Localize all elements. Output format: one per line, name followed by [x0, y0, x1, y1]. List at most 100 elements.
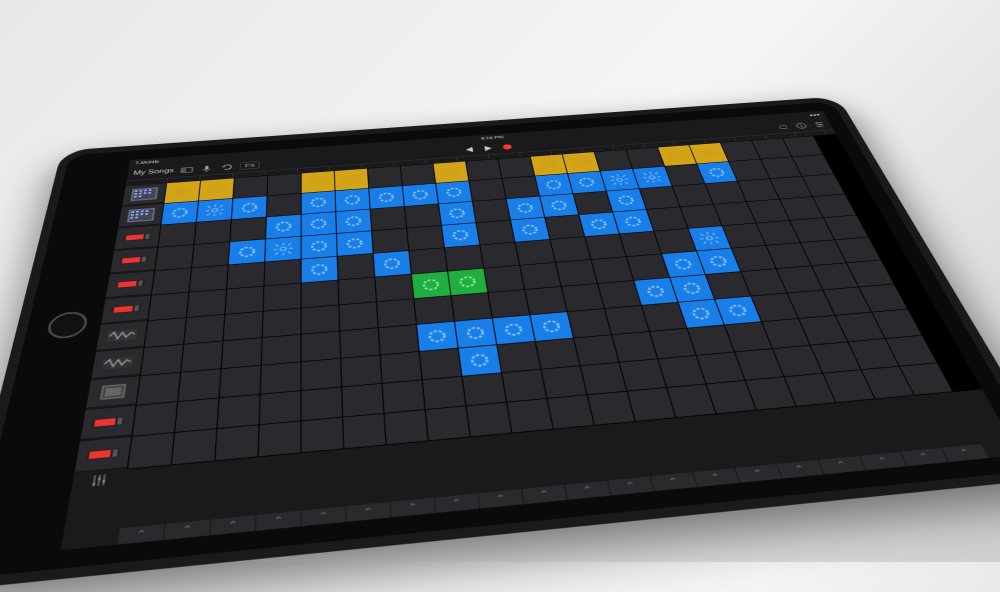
- mic-icon[interactable]: [200, 164, 213, 172]
- grid-cell[interactable]: [190, 265, 228, 291]
- column-chevron[interactable]: ⌃: [210, 515, 255, 535]
- grid-cell[interactable]: [480, 242, 519, 267]
- settings-icon[interactable]: [812, 120, 827, 128]
- grid-cell[interactable]: [340, 328, 379, 358]
- grid-cell[interactable]: [181, 341, 222, 371]
- column-chevron[interactable]: ⌃: [651, 472, 697, 491]
- grid-cell[interactable]: [385, 410, 428, 444]
- grid-cell[interactable]: [132, 402, 177, 436]
- grid-cell[interactable]: [302, 191, 336, 214]
- grid-cell[interactable]: [152, 268, 191, 295]
- grid-cell[interactable]: [469, 179, 505, 201]
- grid-cell[interactable]: [371, 207, 406, 231]
- grid-cell[interactable]: [550, 237, 590, 262]
- column-chevron[interactable]: ⌃: [608, 476, 654, 495]
- grid-cell[interactable]: [403, 184, 438, 207]
- info-icon[interactable]: [794, 122, 809, 130]
- track-header-keys-3[interactable]: [106, 270, 154, 297]
- grid-cell[interactable]: [263, 308, 301, 337]
- column-chevron[interactable]: ⌃: [942, 444, 989, 462]
- grid-cell[interactable]: [335, 169, 368, 191]
- grid-cell[interactable]: [218, 395, 260, 428]
- grid-cell[interactable]: [220, 366, 261, 398]
- track-header-drum-machine-2[interactable]: [118, 203, 163, 227]
- grid-cell[interactable]: [493, 315, 535, 344]
- grid-cell[interactable]: [342, 384, 383, 417]
- column-chevron[interactable]: ⌃: [565, 481, 610, 500]
- grid-cell[interactable]: [445, 245, 483, 270]
- grid-cell[interactable]: [516, 240, 555, 265]
- grid-cell[interactable]: [436, 181, 472, 203]
- grid-cell[interactable]: [233, 176, 267, 198]
- grid-cell[interactable]: [187, 289, 226, 317]
- mixer-button[interactable]: [71, 469, 127, 492]
- grid-cell[interactable]: [343, 414, 385, 449]
- grid-cell[interactable]: [264, 283, 301, 310]
- grid-cell[interactable]: [420, 349, 462, 380]
- grid-cell[interactable]: [574, 191, 613, 214]
- grid-cell[interactable]: [192, 242, 229, 267]
- grid-cell[interactable]: [260, 391, 301, 424]
- grid-cell[interactable]: [164, 181, 200, 203]
- column-chevron[interactable]: ⌃: [256, 511, 300, 531]
- browser-icon[interactable]: [181, 166, 195, 174]
- grid-cell[interactable]: [368, 166, 402, 188]
- grid-cell[interactable]: [172, 429, 217, 464]
- grid-cell[interactable]: [141, 345, 183, 376]
- grid-cell[interactable]: [302, 171, 335, 193]
- grid-cell[interactable]: [336, 209, 371, 233]
- grid-cell[interactable]: [562, 284, 604, 311]
- grid-cell[interactable]: [137, 373, 180, 405]
- grid-cell[interactable]: [463, 373, 506, 405]
- grid-cell[interactable]: [267, 194, 301, 217]
- undo-icon[interactable]: [220, 163, 233, 171]
- column-chevron[interactable]: ⌃: [435, 493, 480, 513]
- grid-cell[interactable]: [161, 201, 198, 224]
- grid-cell[interactable]: [302, 418, 344, 453]
- grid-cell[interactable]: [605, 306, 649, 335]
- grid-cell[interactable]: [568, 171, 606, 193]
- grid-cell[interactable]: [473, 199, 510, 222]
- grid-cell[interactable]: [455, 318, 496, 347]
- grid-cell[interactable]: [224, 312, 263, 341]
- grid-cell[interactable]: [507, 399, 552, 433]
- grid-cell[interactable]: [452, 293, 492, 321]
- loop-icon[interactable]: [776, 123, 791, 131]
- grid-cell[interactable]: [302, 280, 339, 307]
- grid-cell[interactable]: [439, 202, 476, 225]
- column-chevron[interactable]: ⌃: [391, 498, 435, 518]
- grid-cell[interactable]: [265, 237, 300, 262]
- grid-cell[interactable]: [448, 269, 487, 296]
- grid-cell[interactable]: [607, 189, 646, 212]
- grid-cell[interactable]: [545, 215, 584, 239]
- column-chevron[interactable]: ⌃: [118, 524, 165, 544]
- grid-cell[interactable]: [377, 299, 416, 327]
- goto-start-button[interactable]: [463, 145, 476, 153]
- grid-cell[interactable]: [595, 150, 632, 171]
- grid-cell[interactable]: [222, 338, 262, 368]
- grid-cell[interactable]: [266, 215, 301, 239]
- grid-cell[interactable]: [405, 204, 441, 228]
- grid-cell[interactable]: [262, 335, 301, 365]
- fx-button[interactable]: FX: [240, 161, 260, 170]
- grid-cell[interactable]: [215, 425, 258, 460]
- grid-cell[interactable]: [379, 325, 419, 355]
- grid-cell[interactable]: [259, 421, 301, 456]
- grid-cell[interactable]: [612, 332, 657, 362]
- grid-cell[interactable]: [540, 194, 578, 217]
- track-header-keys-2[interactable]: [110, 247, 157, 273]
- grid-cell[interactable]: [466, 159, 501, 180]
- grid-cell[interactable]: [442, 223, 479, 247]
- grid-cell[interactable]: [199, 178, 234, 200]
- grid-cell[interactable]: [531, 154, 567, 175]
- grid-cell[interactable]: [548, 395, 594, 428]
- grid-cell[interactable]: [407, 226, 444, 251]
- grid-cell[interactable]: [302, 212, 336, 236]
- grid-cell[interactable]: [339, 302, 377, 330]
- grid-cell[interactable]: [574, 335, 618, 365]
- grid-cell[interactable]: [423, 377, 466, 409]
- grid-cell[interactable]: [175, 398, 218, 432]
- grid-cell[interactable]: [497, 342, 540, 372]
- grid-cell[interactable]: [488, 290, 529, 318]
- grid-cell[interactable]: [194, 220, 230, 244]
